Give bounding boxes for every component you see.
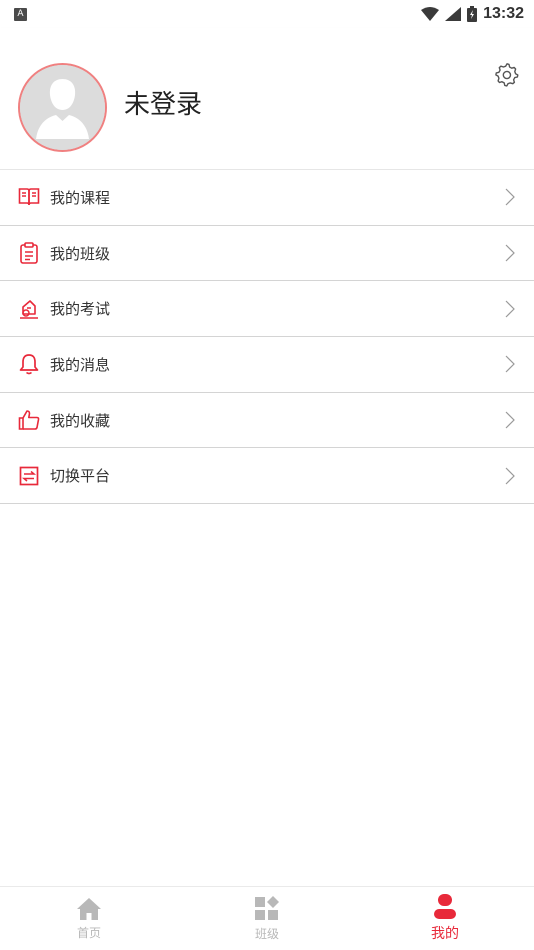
chevron-right-icon xyxy=(505,244,515,262)
menu-item-my-exam[interactable]: 我的考试 xyxy=(0,281,534,338)
wifi-icon xyxy=(421,7,440,21)
battery-icon xyxy=(467,6,478,22)
user-silhouette-icon xyxy=(20,65,105,150)
gear-icon[interactable] xyxy=(495,63,519,87)
menu-list: 我的课程 我的班级 我的考试 我的消息 我的收藏 切换平台 xyxy=(0,170,534,505)
bell-icon xyxy=(18,353,40,375)
nav-label: 班级 xyxy=(254,926,279,941)
notification-a-icon: A xyxy=(14,7,27,21)
menu-item-my-favorites[interactable]: 我的收藏 xyxy=(0,392,534,449)
clipboard-icon xyxy=(18,242,40,264)
menu-item-label: 我的消息 xyxy=(50,355,111,374)
menu-item-switch-platform[interactable]: 切换平台 xyxy=(0,448,534,505)
book-icon xyxy=(18,186,40,208)
exam-icon xyxy=(18,298,40,320)
nav-item-mine[interactable]: 我的 xyxy=(385,894,505,943)
menu-item-my-messages[interactable]: 我的消息 xyxy=(0,337,534,393)
switch-icon xyxy=(18,465,40,487)
chevron-right-icon xyxy=(505,188,515,206)
nav-label: 首页 xyxy=(76,925,101,940)
menu-item-label: 切换平台 xyxy=(50,467,111,486)
nav-label: 我的 xyxy=(431,926,459,942)
nav-item-class[interactable]: 班级 xyxy=(207,895,327,942)
menu-item-label: 我的收藏 xyxy=(50,411,111,430)
profile-header: 未登录 xyxy=(0,28,534,170)
menu-item-my-courses[interactable]: 我的课程 xyxy=(0,170,534,226)
avatar[interactable] xyxy=(18,63,107,152)
bottom-nav: 首页 班级 我的 xyxy=(0,886,534,950)
menu-item-label: 我的课程 xyxy=(50,188,111,207)
chevron-right-icon xyxy=(505,467,515,485)
thumbs-up-icon xyxy=(18,409,40,431)
status-time: 13:32 xyxy=(483,5,524,22)
home-icon xyxy=(77,897,101,920)
menu-item-label: 我的班级 xyxy=(50,244,111,263)
status-right: 13:32 xyxy=(421,5,524,23)
chevron-right-icon xyxy=(505,300,515,318)
person-icon xyxy=(434,894,456,919)
cell-signal-icon xyxy=(445,7,462,21)
chevron-right-icon xyxy=(505,411,515,429)
chevron-right-icon xyxy=(505,355,515,373)
login-status-text[interactable]: 未登录 xyxy=(124,84,202,121)
status-bar: A 13:32 xyxy=(0,0,534,28)
menu-item-my-class[interactable]: 我的班级 xyxy=(0,225,534,282)
grid-icon xyxy=(255,895,279,920)
nav-item-home[interactable]: 首页 xyxy=(29,897,149,941)
menu-item-label: 我的考试 xyxy=(50,300,111,319)
